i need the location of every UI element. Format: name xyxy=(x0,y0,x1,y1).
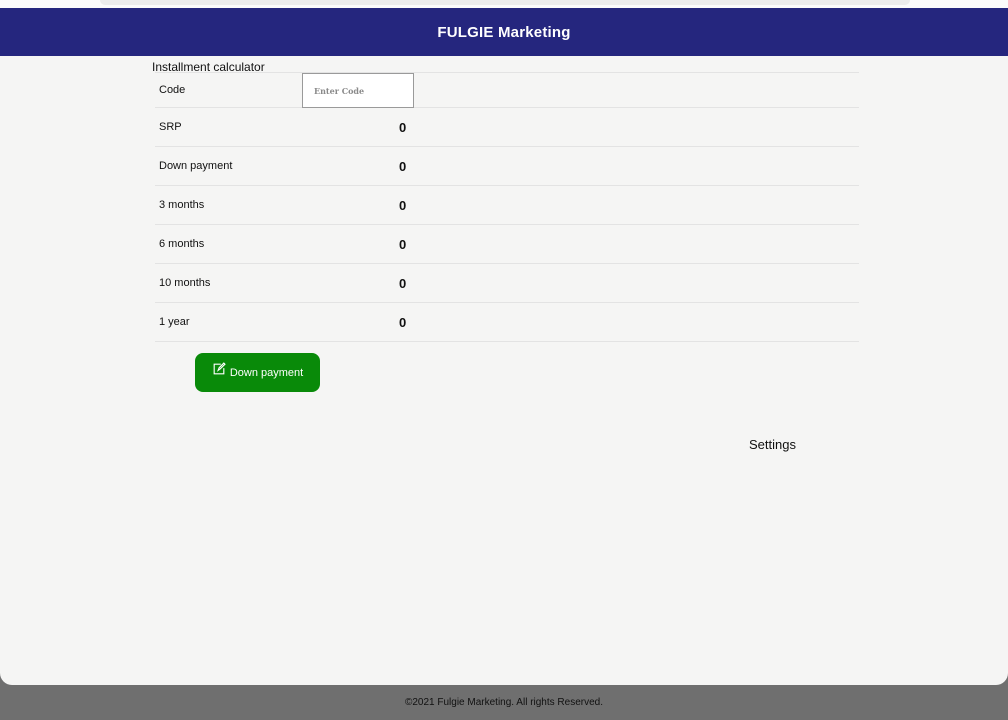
settings-link[interactable]: Settings xyxy=(749,437,796,452)
browser-top-strip xyxy=(0,0,1008,8)
six-months-value: 0 xyxy=(399,236,407,252)
app-title: FULGIE Marketing xyxy=(437,23,571,41)
app-header: FULGIE Marketing xyxy=(0,8,1008,56)
code-row: Code xyxy=(155,73,859,108)
ten-months-row: 10 months 0 xyxy=(155,264,859,303)
ten-months-label: 10 months xyxy=(159,277,211,289)
down-payment-button[interactable]: Down payment xyxy=(195,353,320,392)
down-payment-row: Down payment 0 xyxy=(155,147,859,186)
three-months-value: 0 xyxy=(399,197,407,213)
down-payment-button-label: Down payment xyxy=(229,366,304,379)
down-payment-label: Down payment xyxy=(159,160,233,172)
srp-value: 0 xyxy=(399,119,407,135)
ten-months-value: 0 xyxy=(399,275,407,291)
copyright-text: ©2021 Fulgie Marketing. All rights Reser… xyxy=(404,697,604,708)
one-year-label: 1 year xyxy=(159,316,190,328)
footer: ©2021 Fulgie Marketing. All rights Reser… xyxy=(0,685,1008,720)
code-input[interactable] xyxy=(302,73,414,108)
code-label: Code xyxy=(159,84,186,96)
one-year-row: 1 year 0 xyxy=(155,303,859,342)
srp-row: SRP 0 xyxy=(155,108,859,147)
address-bar[interactable] xyxy=(100,0,910,5)
one-year-value: 0 xyxy=(399,314,407,330)
six-months-row: 6 months 0 xyxy=(155,225,859,264)
edit-icon xyxy=(212,362,226,379)
down-payment-value: 0 xyxy=(399,158,407,174)
six-months-label: 6 months xyxy=(159,238,205,250)
srp-label: SRP xyxy=(159,121,182,133)
three-months-row: 3 months 0 xyxy=(155,186,859,225)
app-window: FULGIE Marketing Installment calculator … xyxy=(0,8,1008,685)
calculator-table: Code SRP 0 Down payment 0 3 months 0 6 m… xyxy=(155,72,859,342)
three-months-label: 3 months xyxy=(159,199,205,211)
